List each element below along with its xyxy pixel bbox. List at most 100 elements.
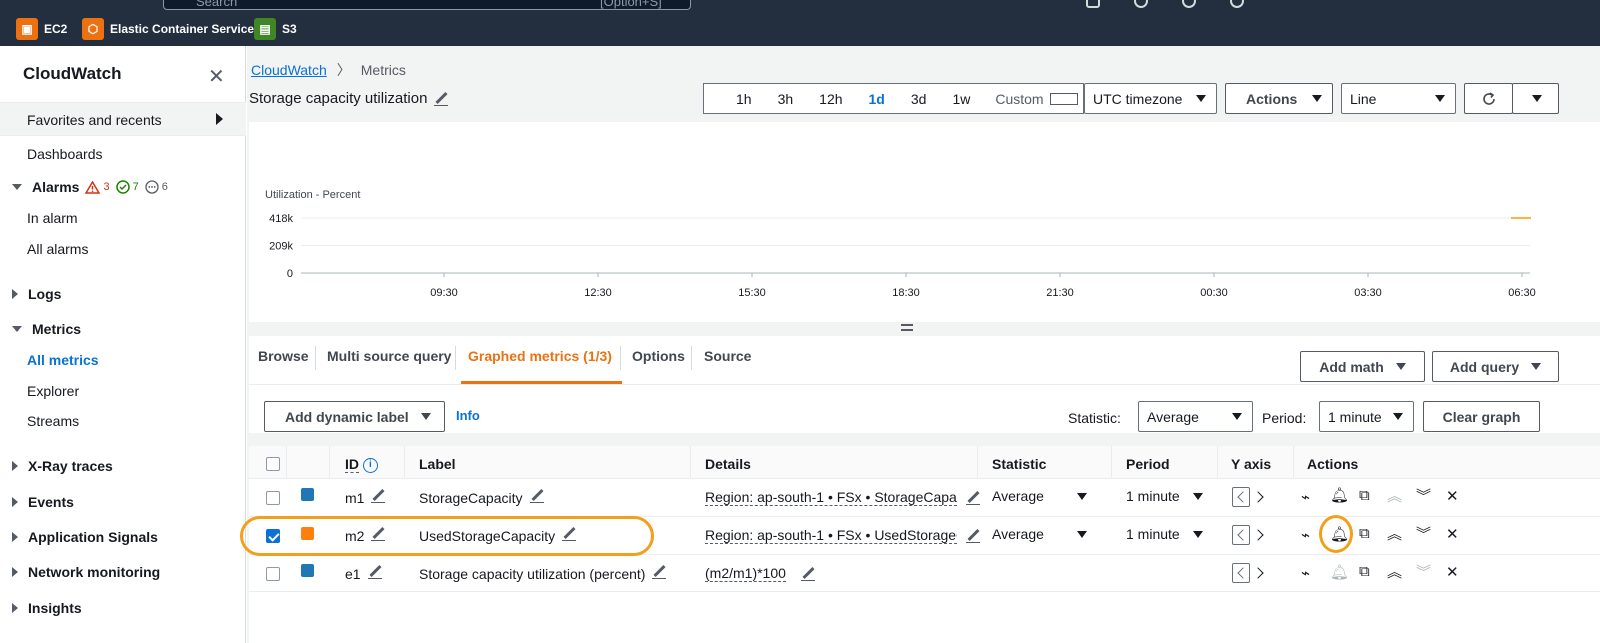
tab-source[interactable]: Source [704, 348, 751, 364]
time-range-1w[interactable]: 1w [939, 91, 983, 107]
row-details[interactable]: Region: ap-south-1 • FSx • UsedStorageC: [705, 527, 957, 544]
caret-down-icon[interactable] [1193, 493, 1203, 500]
sidebar-section-events[interactable]: Events [12, 494, 74, 510]
create-alarm-bell-icon[interactable]: 🔔︎ [1330, 486, 1349, 504]
row-details[interactable]: Region: ap-south-1 • FSx • StorageCapaci [705, 489, 957, 506]
y-axis-left-icon[interactable] [1232, 563, 1250, 583]
row-period[interactable]: 1 minute [1126, 526, 1180, 542]
sidebar-section-xray[interactable]: X-Ray traces [12, 458, 113, 474]
edit-details-icon[interactable] [801, 567, 815, 581]
statistic-dropdown[interactable]: Average [1138, 401, 1253, 432]
refresh-options-dropdown[interactable] [1512, 83, 1559, 114]
search-input[interactable]: Search [Option+S] [163, 0, 691, 10]
duplicate-icon[interactable]: ⧉ [1359, 487, 1370, 504]
sidebar-section-logs[interactable]: Logs [12, 286, 61, 302]
graph-only-this-icon[interactable]: ⌁ [1301, 488, 1310, 506]
y-axis-right-icon[interactable] [1252, 567, 1264, 579]
resize-handle[interactable] [901, 324, 913, 331]
tab-multi-source-query[interactable]: Multi source query [327, 348, 451, 364]
service-shortcut-s3[interactable]: ▤ S3 [254, 18, 297, 40]
calendar-icon[interactable] [1049, 92, 1078, 105]
time-range-3h[interactable]: 3h [765, 91, 807, 107]
service-shortcut-ecs[interactable]: ⬡ Elastic Container Service [82, 18, 254, 40]
settings-icon[interactable] [1230, 0, 1244, 8]
move-up-icon[interactable]: ︽ [1387, 523, 1402, 544]
row-statistic[interactable]: Average [992, 488, 1044, 504]
notifications-icon[interactable] [1134, 0, 1148, 8]
series-color-swatch[interactable] [301, 488, 314, 501]
duplicate-icon[interactable]: ⧉ [1359, 563, 1370, 580]
chart-type-dropdown[interactable]: Line [1341, 83, 1456, 114]
row-checkbox[interactable] [266, 567, 280, 581]
close-icon[interactable]: ✕ [208, 64, 225, 89]
caret-down-icon[interactable] [1193, 531, 1203, 538]
add-math-button[interactable]: Add math [1300, 351, 1425, 382]
tab-graphed-metrics[interactable]: Graphed metrics (1/3) [468, 348, 612, 364]
tab-browse[interactable]: Browse [258, 348, 309, 364]
edit-id-icon[interactable] [367, 565, 382, 579]
sidebar-item-dashboards[interactable]: Dashboards [27, 146, 103, 162]
help-icon[interactable] [1182, 0, 1196, 8]
graph-only-this-icon[interactable]: ⌁ [1301, 526, 1310, 544]
sidebar-item-all-alarms[interactable]: All alarms [27, 241, 88, 257]
time-range-12h[interactable]: 12h [806, 91, 855, 107]
row-period[interactable]: 1 minute [1126, 488, 1180, 504]
service-shortcut-ec2[interactable]: ▣ EC2 [16, 18, 67, 40]
remove-icon[interactable]: ✕ [1446, 487, 1459, 505]
time-range-1d[interactable]: 1d [856, 91, 898, 107]
sidebar-section-metrics[interactable]: Metrics [12, 321, 81, 337]
period-dropdown[interactable]: 1 minute [1319, 401, 1414, 432]
edit-details-icon[interactable] [966, 529, 980, 543]
cloudshell-icon[interactable] [1086, 0, 1100, 8]
sidebar-section-insights[interactable]: Insights [12, 600, 82, 616]
y-axis-left-icon[interactable] [1232, 525, 1250, 545]
timezone-dropdown[interactable]: UTC timezone [1084, 83, 1217, 114]
sidebar-item-in-alarm[interactable]: In alarm [27, 210, 78, 226]
row-statistic[interactable]: Average [992, 526, 1044, 542]
edit-id-icon[interactable] [371, 489, 386, 503]
time-range-custom[interactable]: Custom [983, 91, 1049, 107]
move-down-icon[interactable]: ︾ [1416, 485, 1431, 506]
info-icon[interactable]: i [362, 457, 378, 473]
y-axis-right-icon[interactable] [1252, 529, 1264, 541]
move-up-icon[interactable]: ︽ [1387, 561, 1402, 582]
move-up-icon[interactable]: ︽ [1387, 485, 1402, 506]
sidebar-section-alarms[interactable]: Alarms 3 7 6 [12, 179, 168, 195]
edit-label-icon[interactable] [652, 565, 667, 579]
move-down-icon[interactable]: ︾ [1416, 523, 1431, 544]
caret-down-icon[interactable] [1077, 493, 1087, 500]
move-down-icon[interactable]: ︾ [1416, 561, 1431, 582]
series-color-swatch[interactable] [301, 564, 314, 577]
info-link[interactable]: Info [456, 408, 480, 423]
sidebar-item-explorer[interactable]: Explorer [27, 383, 79, 399]
row-checkbox[interactable] [266, 491, 280, 505]
favorites-and-recents[interactable]: Favorites and recents [0, 102, 246, 136]
clear-graph-button[interactable]: Clear graph [1423, 401, 1540, 432]
actions-dropdown[interactable]: Actions [1225, 83, 1333, 114]
edit-label-icon[interactable] [529, 489, 544, 503]
caret-down-icon[interactable] [1077, 531, 1087, 538]
select-all-checkbox[interactable] [266, 457, 280, 471]
sidebar-item-streams[interactable]: Streams [27, 413, 79, 429]
breadcrumb-cloudwatch-link[interactable]: CloudWatch [251, 62, 327, 78]
tab-options[interactable]: Options [632, 348, 685, 364]
remove-icon[interactable]: ✕ [1446, 563, 1459, 581]
time-range-3d[interactable]: 3d [898, 91, 940, 107]
y-axis-left-icon[interactable] [1232, 487, 1250, 507]
remove-icon[interactable]: ✕ [1446, 525, 1459, 543]
y-axis-right-icon[interactable] [1252, 491, 1264, 503]
edit-title-icon[interactable] [434, 92, 449, 106]
row-details[interactable]: (m2/m1)*100 [705, 565, 786, 582]
sidebar-item-all-metrics[interactable]: All metrics [27, 352, 99, 368]
add-query-button[interactable]: Add query [1432, 351, 1559, 382]
sidebar-section-network-monitoring[interactable]: Network monitoring [12, 564, 160, 580]
sidebar-section-application-signals[interactable]: Application Signals [12, 529, 158, 545]
create-alarm-bell-icon[interactable]: 🔔︎ [1330, 563, 1349, 581]
caret-down-icon [1532, 95, 1542, 102]
add-dynamic-label-button[interactable]: Add dynamic label [264, 401, 445, 432]
time-range-1h[interactable]: 1h [704, 91, 765, 107]
refresh-button[interactable] [1464, 83, 1513, 114]
graph-only-this-icon[interactable]: ⌁ [1301, 564, 1310, 582]
duplicate-icon[interactable]: ⧉ [1359, 525, 1370, 542]
edit-details-icon[interactable] [966, 491, 980, 505]
